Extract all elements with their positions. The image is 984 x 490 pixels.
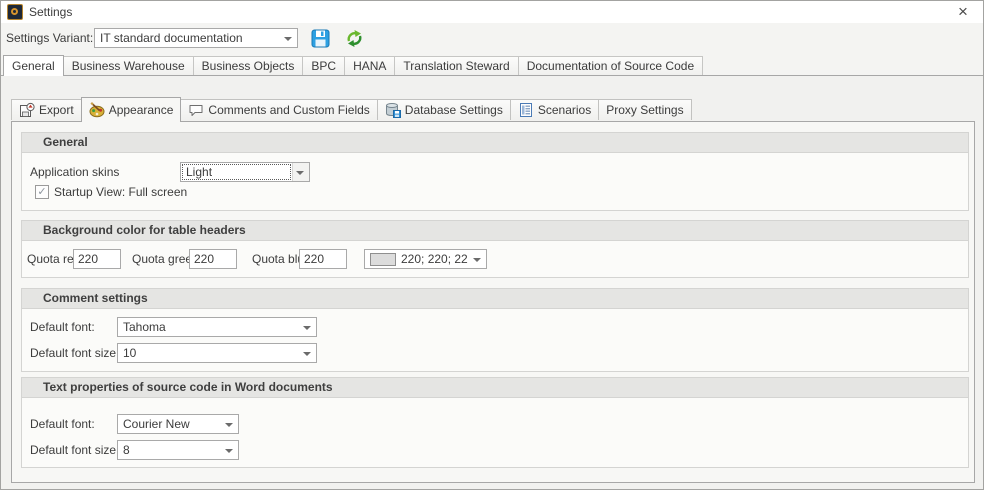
header-color-dropdown-button[interactable] [469,250,486,268]
source-font-size-value[interactable]: 8 [118,441,220,459]
color-swatch [370,253,396,266]
chevron-down-icon [225,423,233,427]
refresh-icon[interactable] [345,29,364,48]
comment-font-combobox[interactable]: Tahoma [117,317,317,337]
subtab-database-settings[interactable]: Database Settings [377,99,511,120]
subtab-proxy-settings[interactable]: Proxy Settings [598,99,691,120]
section-general-title: General [22,133,968,153]
tab-hana[interactable]: HANA [344,56,395,75]
tab-documentation-of-source-code[interactable]: Documentation of Source Code [518,56,703,75]
application-skins-combobox[interactable]: Light [180,162,310,182]
main-tab-strip: General Business Warehouse Business Obje… [1,54,983,76]
application-skins-dropdown-button[interactable] [292,163,309,181]
tab-label: HANA [353,59,386,73]
subtab-label: Comments and Custom Fields [208,100,369,120]
settings-variant-combobox[interactable]: IT standard documentation [94,28,298,48]
tab-business-objects[interactable]: Business Objects [193,56,304,75]
chevron-down-icon [284,37,292,41]
comment-font-size-dropdown-button[interactable] [299,344,316,362]
settings-variant-value[interactable]: IT standard documentation [95,29,279,47]
quota-red-input[interactable] [73,249,121,269]
scenarios-document-icon [518,102,534,118]
comment-font-value[interactable]: Tahoma [118,318,298,336]
comment-font-size-label: Default font size: [30,343,119,363]
comment-font-dropdown-button[interactable] [299,318,316,336]
comment-font-size-value[interactable]: 10 [118,344,298,362]
tab-label: Business Objects [202,59,295,73]
source-font-combobox[interactable]: Courier New [117,414,239,434]
export-icon [19,102,35,118]
chevron-down-icon [303,326,311,330]
chevron-down-icon [225,449,233,453]
tab-label: BPC [311,59,336,73]
source-font-dropdown-button[interactable] [221,415,238,433]
comment-bubble-icon [188,102,204,118]
header-color-combobox[interactable]: 220; 220; 220 [364,249,487,269]
source-font-size-label: Default font size: [30,440,119,460]
subtab-label: Database Settings [405,100,503,120]
quota-green-input[interactable] [189,249,237,269]
tab-label: General [12,59,55,73]
source-font-value[interactable]: Courier New [118,415,220,433]
settings-window: Settings × Settings Variant: IT standard… [0,0,984,490]
tab-business-warehouse[interactable]: Business Warehouse [63,56,194,75]
tab-translation-steward[interactable]: Translation Steward [394,56,518,75]
inner-tab-strip: Export Appearance Comments and Custom Fi… [11,96,691,121]
comment-font-size-combobox[interactable]: 10 [117,343,317,363]
close-icon[interactable]: × [953,2,973,22]
app-logo-ring [11,8,18,15]
settings-variant-dropdown-button[interactable] [280,29,297,47]
startup-view-checkbox[interactable]: ✓ [35,185,49,199]
appearance-palette-icon [89,102,105,118]
window-title: Settings [29,1,72,23]
subtab-appearance[interactable]: Appearance [81,97,182,122]
subtab-label: Export [39,100,74,120]
tab-label: Documentation of Source Code [527,59,694,73]
comment-font-label: Default font: [30,317,95,337]
subtab-label: Proxy Settings [606,100,683,120]
quota-blue-input[interactable] [299,249,347,269]
source-font-size-combobox[interactable]: 8 [117,440,239,460]
subtab-label: Appearance [109,100,174,120]
tab-label: Translation Steward [403,59,509,73]
section-source-code-text-title: Text properties of source code in Word d… [22,378,968,398]
subtab-comments-and-custom-fields[interactable]: Comments and Custom Fields [180,99,377,120]
subtab-scenarios[interactable]: Scenarios [510,99,599,120]
tab-label: Business Warehouse [72,59,185,73]
section-comment-settings: Comment settings Default font: Tahoma De… [21,288,969,372]
application-skins-label: Application skins [30,162,119,182]
application-skins-value[interactable]: Light [181,163,292,181]
tab-bpc[interactable]: BPC [302,56,345,75]
section-general: General Application skins Light ✓ Startu… [21,132,969,211]
source-font-label: Default font: [30,414,95,434]
settings-variant-label: Settings Variant: [6,23,93,54]
source-font-size-dropdown-button[interactable] [221,441,238,459]
chevron-down-icon [296,171,304,175]
save-icon[interactable] [311,29,330,48]
settings-variant-toolbar: Settings Variant: IT standard documentat… [1,23,983,54]
chevron-down-icon [303,352,311,356]
subtab-label: Scenarios [538,100,591,120]
database-icon [385,102,401,118]
section-source-code-text: Text properties of source code in Word d… [21,377,969,468]
startup-view-checkbox-label[interactable]: Startup View: Full screen [54,182,187,202]
section-background-color: Background color for table headers Quota… [21,220,969,278]
header-color-value[interactable]: 220; 220; 220 [401,250,468,268]
title-bar: Settings × [1,1,983,23]
section-comment-settings-title: Comment settings [22,289,968,309]
tab-general[interactable]: General [3,55,64,76]
chevron-down-icon [473,258,481,262]
app-logo-icon [7,4,23,20]
section-background-color-title: Background color for table headers [22,221,968,241]
subtab-export[interactable]: Export [11,99,82,120]
